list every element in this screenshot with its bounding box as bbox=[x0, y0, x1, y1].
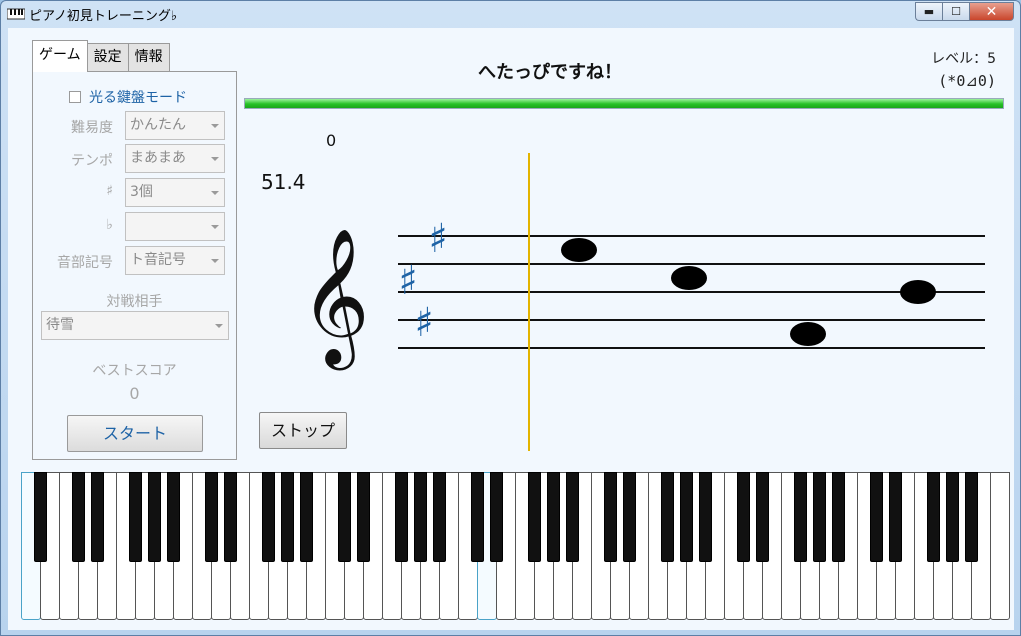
client-area: ゲーム 設定 情報 光る鍵盤モード 難易度 かんたん テンポ まあまあ ♯ 3個 bbox=[8, 28, 1014, 630]
black-key[interactable] bbox=[128, 472, 142, 562]
black-key[interactable] bbox=[698, 472, 712, 562]
black-key[interactable] bbox=[926, 472, 940, 562]
staff-lines bbox=[398, 235, 985, 349]
black-key[interactable] bbox=[413, 472, 427, 562]
start-button[interactable]: スタート bbox=[67, 415, 203, 452]
black-key[interactable] bbox=[299, 472, 313, 562]
black-key[interactable] bbox=[394, 472, 408, 562]
black-key[interactable] bbox=[356, 472, 370, 562]
black-key[interactable] bbox=[888, 472, 902, 562]
level-indicator: レベル：5 bbox=[931, 51, 996, 67]
app-window: ピアノ初見トレーニング♭ ▬ ☐ ✕ ゲーム 設定 情報 光る鍵盤モード 難易度… bbox=[0, 0, 1021, 636]
black-key[interactable] bbox=[736, 472, 750, 562]
white-key[interactable] bbox=[990, 472, 1010, 620]
chevron-down-icon bbox=[211, 191, 219, 195]
black-key[interactable] bbox=[812, 472, 826, 562]
chevron-down-icon bbox=[211, 225, 219, 229]
clef-select[interactable]: ト音記号 bbox=[125, 246, 225, 275]
chevron-down-icon bbox=[211, 259, 219, 263]
black-key[interactable] bbox=[71, 472, 85, 562]
opponent-label: 対戦相手 bbox=[106, 294, 163, 310]
black-key[interactable] bbox=[432, 472, 446, 562]
sharp-icon: ♯ bbox=[398, 258, 417, 304]
black-key[interactable] bbox=[869, 472, 883, 562]
black-key[interactable] bbox=[470, 472, 484, 562]
glow-mode-checkbox[interactable] bbox=[69, 91, 81, 103]
opponent-value: 待雪 bbox=[46, 317, 74, 333]
black-key[interactable] bbox=[261, 472, 275, 562]
game-settings-panel: 光る鍵盤モード 難易度 かんたん テンポ まあまあ ♯ 3個 ♭ 音部記号 ト音… bbox=[32, 71, 237, 460]
tempo-select[interactable]: まあまあ bbox=[125, 144, 225, 173]
difficulty-select[interactable]: かんたん bbox=[125, 111, 225, 140]
minimize-icon: ▬ bbox=[923, 5, 935, 18]
black-key[interactable] bbox=[33, 472, 47, 562]
opponent-select[interactable]: 待雪 bbox=[41, 311, 229, 340]
window-title: ピアノ初見トレーニング♭ bbox=[29, 9, 177, 24]
music-staff: 𝄞 ♯♯♯ bbox=[300, 153, 985, 451]
chevron-down-icon bbox=[211, 157, 219, 161]
black-key[interactable] bbox=[337, 472, 351, 562]
black-key[interactable] bbox=[223, 472, 237, 562]
black-key[interactable] bbox=[166, 472, 180, 562]
black-key[interactable] bbox=[603, 472, 617, 562]
black-key[interactable] bbox=[90, 472, 104, 562]
black-key[interactable] bbox=[527, 472, 541, 562]
feedback-message: へたっぴですね！ bbox=[478, 62, 622, 83]
glow-mode-checkbox-row[interactable]: 光る鍵盤モード bbox=[69, 87, 187, 107]
tab-info[interactable]: 情報 bbox=[127, 43, 170, 71]
flats-label: ♭ bbox=[106, 217, 113, 233]
tempo-label: テンポ bbox=[71, 153, 113, 169]
difficulty-value: かんたん bbox=[130, 117, 186, 133]
tab-game[interactable]: ゲーム bbox=[32, 40, 88, 72]
black-key[interactable] bbox=[204, 472, 218, 562]
minimize-button[interactable]: ▬ bbox=[915, 2, 942, 21]
stop-button[interactable]: ストップ bbox=[259, 412, 347, 449]
note-head bbox=[561, 238, 597, 262]
sharp-icon: ♯ bbox=[414, 300, 433, 346]
tempo-value: まあまあ bbox=[130, 150, 186, 166]
chevron-down-icon bbox=[215, 324, 223, 328]
chevron-down-icon bbox=[211, 124, 219, 128]
black-key[interactable] bbox=[622, 472, 636, 562]
maximize-icon: ☐ bbox=[951, 5, 961, 18]
emoticon-face: (*0⊿0) bbox=[938, 72, 996, 90]
clef-value: ト音記号 bbox=[130, 252, 186, 268]
flats-select[interactable] bbox=[125, 212, 225, 241]
best-score-label: ベストスコア bbox=[92, 363, 177, 379]
sharps-value: 3個 bbox=[130, 184, 153, 200]
black-key[interactable] bbox=[793, 472, 807, 562]
sharps-select[interactable]: 3個 bbox=[125, 178, 225, 207]
note-head bbox=[900, 280, 936, 304]
note-head bbox=[671, 266, 707, 290]
sharp-icon: ♯ bbox=[428, 216, 447, 262]
black-key[interactable] bbox=[280, 472, 294, 562]
time-progress-bar bbox=[244, 98, 1004, 109]
note-head bbox=[790, 322, 826, 346]
piano-app-icon bbox=[7, 8, 25, 20]
tab-settings[interactable]: 設定 bbox=[86, 43, 129, 71]
close-icon: ✕ bbox=[985, 3, 998, 20]
close-button[interactable]: ✕ bbox=[969, 2, 1014, 21]
clef-label: 音部記号 bbox=[57, 255, 113, 271]
difficulty-label: 難易度 bbox=[71, 120, 113, 136]
black-key[interactable] bbox=[964, 472, 978, 562]
glow-mode-label: 光る鍵盤モード bbox=[89, 90, 187, 106]
tab-strip: ゲーム 設定 情報 bbox=[32, 40, 170, 72]
black-key[interactable] bbox=[679, 472, 693, 562]
sharps-label: ♯ bbox=[106, 183, 113, 199]
maximize-button[interactable]: ☐ bbox=[942, 2, 969, 21]
black-key[interactable] bbox=[755, 472, 769, 562]
progress-fill bbox=[245, 99, 1003, 108]
black-key[interactable] bbox=[565, 472, 579, 562]
black-key[interactable] bbox=[147, 472, 161, 562]
black-key[interactable] bbox=[831, 472, 845, 562]
treble-clef-icon: 𝄞 bbox=[300, 226, 370, 370]
black-key[interactable] bbox=[660, 472, 674, 562]
black-key[interactable] bbox=[945, 472, 959, 562]
piano-keyboard[interactable] bbox=[21, 472, 1010, 620]
title-bar[interactable]: ピアノ初見トレーニング♭ ▬ ☐ ✕ bbox=[1, 1, 1020, 27]
best-score-value: 0 bbox=[129, 384, 140, 403]
black-key[interactable] bbox=[546, 472, 560, 562]
black-key[interactable] bbox=[489, 472, 503, 562]
